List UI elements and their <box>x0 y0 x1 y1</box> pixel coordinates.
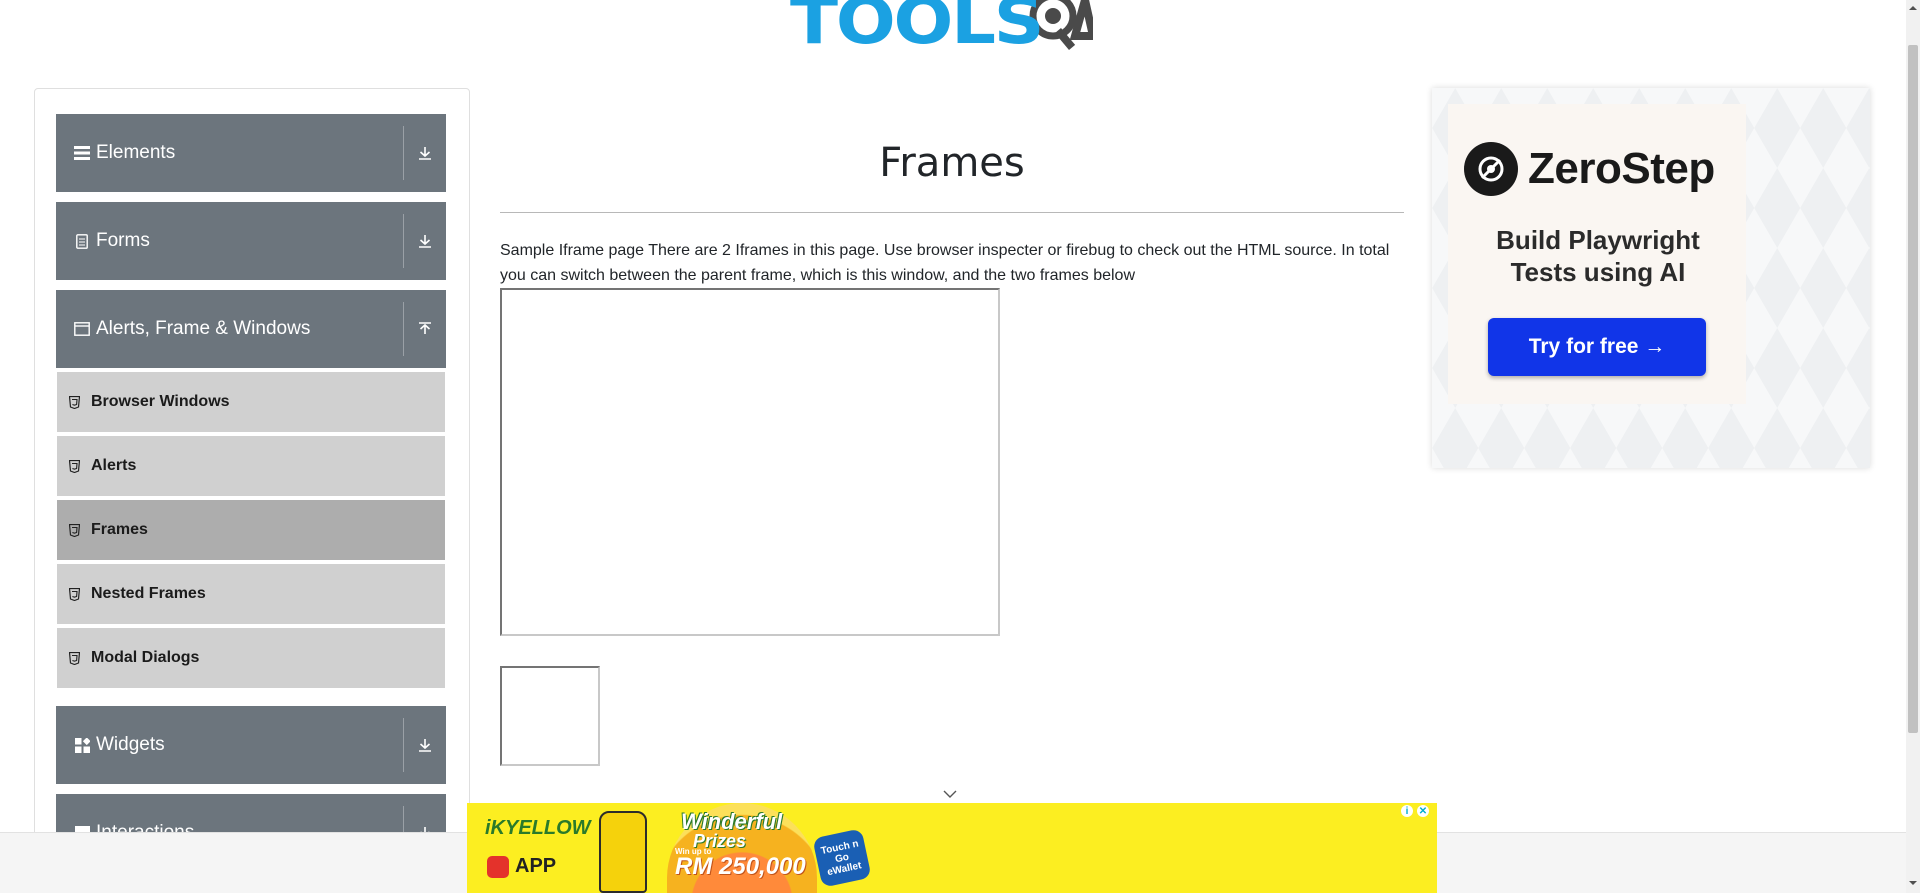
logo-tools-text: TOOLS <box>790 0 1044 59</box>
group-elements[interactable]: Elements <box>56 114 446 192</box>
app-icon <box>487 855 509 878</box>
ad-brand: iKYELLOW <box>485 817 591 840</box>
widgets-icon <box>72 737 92 753</box>
ad-tagline-line-2: Tests using AI <box>1510 257 1686 287</box>
html5-icon <box>69 459 83 473</box>
zerostep-logo: ZeroStep <box>1464 142 1715 196</box>
window-icon <box>72 322 92 336</box>
mascot-image <box>599 811 647 893</box>
sidebar-item-alerts[interactable]: Alerts <box>57 436 445 498</box>
chevron-down-icon[interactable] <box>942 788 958 800</box>
html5-icon <box>69 651 83 665</box>
ad-app-label: APP <box>515 855 557 877</box>
group-label: Alerts, Frame & Windows <box>96 318 311 339</box>
group-forms[interactable]: Forms <box>56 202 446 280</box>
ad-info-icon[interactable]: i <box>1401 805 1413 817</box>
bottom-banner-ad[interactable]: iKYELLOW APP Winderful Prizes Win up to … <box>467 803 1437 893</box>
download-arrow-icon[interactable] <box>404 737 446 753</box>
sidebar-item-nested-frames[interactable]: Nested Frames <box>57 564 445 626</box>
scroll-up-arrow-icon[interactable] <box>1909 4 1917 12</box>
ewallet-badge: Touch n Go eWallet <box>812 828 872 888</box>
sidebar-item-browser-windows[interactable]: Browser Windows <box>57 372 445 434</box>
html5-icon <box>69 395 83 409</box>
ad-controls: i ✕ <box>1401 805 1429 817</box>
page: TOOLS Elements Forms Alerts, Frame & Win… <box>0 0 1920 893</box>
group-label: Elements <box>96 142 176 163</box>
html5-icon <box>69 587 83 601</box>
prize-amount: RM 250,000 <box>675 853 806 880</box>
ad-brand-prefix: iK <box>485 817 505 839</box>
title-divider <box>500 212 1404 213</box>
item-label: Nested Frames <box>91 585 206 602</box>
upload-arrow-icon[interactable] <box>404 321 446 337</box>
sidebar-item-frames[interactable]: Frames <box>57 500 445 562</box>
form-icon <box>72 233 92 249</box>
zerostep-mark-icon <box>1464 142 1518 196</box>
ad-tagline-line-1: Build Playwright <box>1496 225 1700 255</box>
group-label: Widgets <box>96 734 165 755</box>
html5-icon <box>69 523 83 537</box>
iframe-small[interactable] <box>500 666 600 766</box>
scroll-down-arrow-icon[interactable] <box>1909 879 1917 887</box>
item-label: Alerts <box>91 457 137 474</box>
item-label: Frames <box>91 521 148 538</box>
item-label: Browser Windows <box>91 393 230 410</box>
zerostep-brand: ZeroStep <box>1528 144 1715 193</box>
try-for-free-button[interactable]: Try for free → <box>1488 318 1706 376</box>
left-panel: Elements Forms Alerts, Frame & Windows B… <box>34 88 470 893</box>
page-description: Sample Iframe page There are 2 Iframes i… <box>500 242 1390 284</box>
download-arrow-icon[interactable] <box>404 233 446 249</box>
item-label: Modal Dialogs <box>91 649 200 666</box>
menu-icon <box>72 146 92 160</box>
scrollbar-thumb[interactable] <box>1908 45 1918 733</box>
ad-tagline: Build Playwright Tests using AI <box>1448 224 1748 288</box>
ad-app: APP <box>487 855 556 878</box>
ad-close-icon[interactable]: ✕ <box>1417 805 1429 817</box>
group-alerts-frame-windows[interactable]: Alerts, Frame & Windows <box>56 290 446 368</box>
ad-brand-name: YELLOW <box>505 817 591 839</box>
page-title: Frames <box>879 140 1025 186</box>
download-arrow-icon[interactable] <box>404 145 446 161</box>
toolsqa-logo[interactable]: TOOLS <box>790 0 1094 59</box>
sidebar-item-modal-dialogs[interactable]: Modal Dialogs <box>57 628 445 690</box>
vertical-scrollbar[interactable] <box>1906 0 1920 893</box>
group-widgets[interactable]: Widgets <box>56 706 446 784</box>
iframe-large[interactable] <box>500 288 1000 636</box>
group-label: Forms <box>96 230 150 251</box>
